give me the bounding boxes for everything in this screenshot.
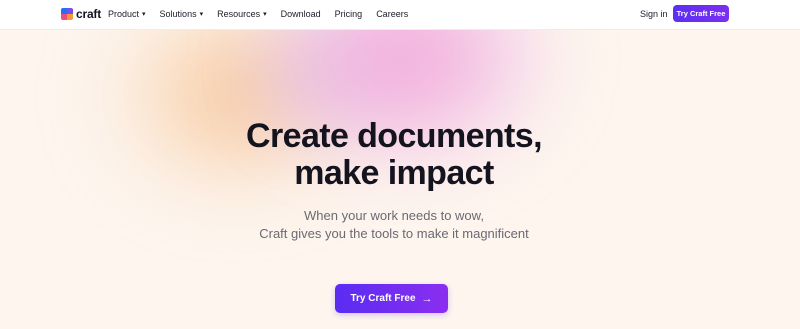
headline-line-1: Create documents, [246, 117, 542, 155]
subtitle-line-1: When your work needs to wow, [304, 208, 484, 223]
craft-logo[interactable]: craft [61, 7, 101, 21]
sign-in-link[interactable]: Sign in [640, 9, 668, 19]
menu-item-label: Product [108, 9, 140, 19]
craft-logo-icon [61, 8, 73, 20]
chevron-down-icon: ▾ [142, 10, 146, 18]
hero-cta-label: Try Craft Free [350, 293, 416, 304]
menu-item-label: Download [280, 9, 321, 19]
menu-item-label: Pricing [334, 9, 363, 19]
top-navigation: craft Product ▾ Solutions ▾ Resources ▾ … [0, 0, 800, 30]
main-menu: Product ▾ Solutions ▾ Resources ▾ Downlo… [108, 9, 422, 19]
menu-item-label: Careers [376, 9, 409, 19]
headline-line-2: make impact [294, 154, 494, 192]
menu-item-careers[interactable]: Careers [376, 9, 408, 19]
menu-item-pricing[interactable]: Pricing [335, 9, 363, 19]
subtitle-line-2: Craft gives you the tools to make it mag… [259, 226, 529, 241]
menu-item-download[interactable]: Download [281, 9, 321, 19]
hero-subtitle: When your work needs to wow, Craft gives… [0, 207, 788, 243]
try-craft-free-nav-button[interactable]: Try Craft Free [673, 5, 729, 22]
arrow-right-icon: → [421, 292, 433, 305]
menu-item-label: Resources [217, 9, 261, 19]
try-craft-free-hero-button[interactable]: Try Craft Free → [335, 284, 448, 313]
chevron-down-icon: ▾ [199, 10, 204, 18]
hero-headline: Create documents, make impact [0, 118, 788, 192]
menu-item-product[interactable]: Product ▾ [108, 9, 146, 19]
menu-item-resources[interactable]: Resources ▾ [217, 9, 267, 19]
chevron-down-icon: ▾ [263, 10, 267, 18]
logo-text: craft [76, 7, 102, 21]
menu-item-solutions[interactable]: Solutions ▾ [160, 9, 204, 19]
menu-item-label: Solutions [159, 9, 197, 19]
